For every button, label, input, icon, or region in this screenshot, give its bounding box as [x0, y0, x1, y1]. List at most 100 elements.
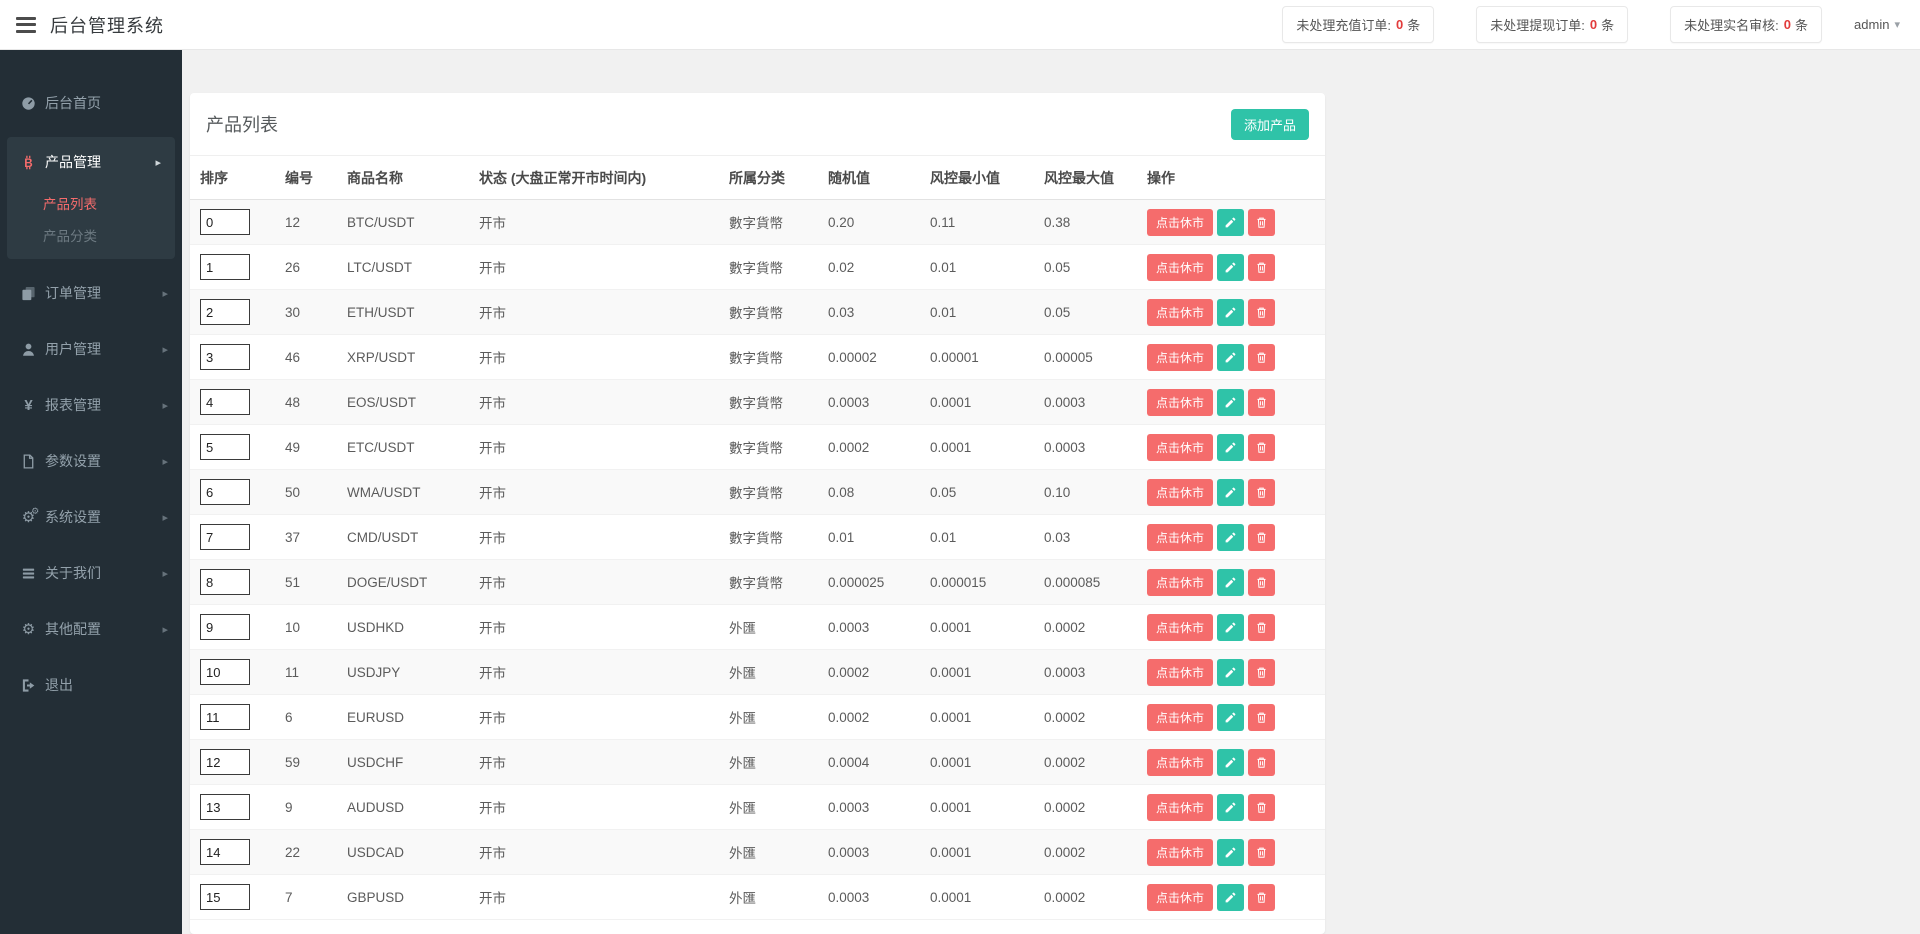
close-market-button[interactable]: 点击休市	[1147, 839, 1213, 866]
sort-input[interactable]	[200, 299, 250, 325]
trash-icon	[1255, 441, 1268, 454]
sidebar-item-label: 用户管理	[45, 339, 101, 359]
delete-button[interactable]	[1248, 434, 1275, 461]
sort-input[interactable]	[200, 704, 250, 730]
category-cell: 外匯	[729, 887, 828, 907]
delete-button[interactable]	[1248, 209, 1275, 236]
sidebar-subitem-product-list[interactable]: 产品列表	[7, 187, 175, 219]
pending-badge-0[interactable]: 未处理充值订单:0条	[1282, 6, 1434, 43]
delete-button[interactable]	[1248, 569, 1275, 596]
risk-min-cell: 0.01	[930, 260, 1044, 275]
delete-button[interactable]	[1248, 254, 1275, 281]
actions-cell: 点击休市	[1147, 614, 1325, 641]
delete-button[interactable]	[1248, 389, 1275, 416]
delete-button[interactable]	[1248, 839, 1275, 866]
delete-button[interactable]	[1248, 524, 1275, 551]
sidebar-item-about[interactable]: 关于我们▸	[0, 551, 182, 595]
edit-button[interactable]	[1217, 704, 1244, 731]
close-market-button[interactable]: 点击休市	[1147, 344, 1213, 371]
delete-button[interactable]	[1248, 299, 1275, 326]
pending-badge-2[interactable]: 未处理实名审核:0条	[1670, 6, 1822, 43]
id-cell: 26	[285, 260, 347, 275]
close-market-button[interactable]: 点击休市	[1147, 794, 1213, 821]
delete-button[interactable]	[1248, 704, 1275, 731]
close-market-button[interactable]: 点击休市	[1147, 209, 1213, 236]
sort-input[interactable]	[200, 389, 250, 415]
sort-input[interactable]	[200, 794, 250, 820]
sidebar-item-other[interactable]: ⚙其他配置▸	[0, 607, 182, 651]
edit-button[interactable]	[1217, 614, 1244, 641]
risk-max-cell: 0.000085	[1044, 575, 1147, 590]
edit-button[interactable]	[1217, 569, 1244, 596]
actions-cell: 点击休市	[1147, 479, 1325, 506]
menu-toggle-icon[interactable]	[16, 17, 36, 33]
edit-button[interactable]	[1217, 389, 1244, 416]
sidebar-item-users[interactable]: 用户管理 ▸	[0, 327, 182, 371]
sort-input[interactable]	[200, 749, 250, 775]
edit-button[interactable]	[1217, 344, 1244, 371]
edit-button[interactable]	[1217, 749, 1244, 776]
risk-max-cell: 0.0002	[1044, 710, 1147, 725]
sort-input[interactable]	[200, 209, 250, 235]
close-market-button[interactable]: 点击休市	[1147, 524, 1213, 551]
sort-input[interactable]	[200, 614, 250, 640]
sort-input[interactable]	[200, 659, 250, 685]
random-cell: 0.0002	[828, 710, 930, 725]
sort-input[interactable]	[200, 839, 250, 865]
sidebar-item-orders[interactable]: 订单管理▸	[0, 271, 182, 315]
sort-input[interactable]	[200, 254, 250, 280]
edit-button[interactable]	[1217, 209, 1244, 236]
sort-input[interactable]	[200, 569, 250, 595]
edit-button[interactable]	[1217, 299, 1244, 326]
edit-button[interactable]	[1217, 794, 1244, 821]
close-market-button[interactable]: 点击休市	[1147, 254, 1213, 281]
sort-input[interactable]	[200, 344, 250, 370]
status-cell: 开市	[479, 887, 729, 907]
sort-input[interactable]	[200, 524, 250, 550]
sidebar-item-params[interactable]: 参数设置▸	[0, 439, 182, 483]
sidebar-item-system[interactable]: ⚙⚙系统设置▸	[0, 495, 182, 539]
close-market-button[interactable]: 点击休市	[1147, 884, 1213, 911]
sort-input[interactable]	[200, 434, 250, 460]
pending-badge-1[interactable]: 未处理提现订单:0条	[1476, 6, 1628, 43]
sidebar-item-label: 订单管理	[45, 283, 101, 303]
edit-icon	[1224, 891, 1237, 904]
delete-button[interactable]	[1248, 659, 1275, 686]
close-market-button[interactable]: 点击休市	[1147, 479, 1213, 506]
delete-button[interactable]	[1248, 344, 1275, 371]
close-market-button[interactable]: 点击休市	[1147, 614, 1213, 641]
edit-button[interactable]	[1217, 884, 1244, 911]
close-market-button[interactable]: 点击休市	[1147, 569, 1213, 596]
close-market-button[interactable]: 点击休市	[1147, 704, 1213, 731]
random-cell: 0.03	[828, 305, 930, 320]
close-market-button[interactable]: 点击休市	[1147, 299, 1213, 326]
edit-button[interactable]	[1217, 479, 1244, 506]
sidebar-subitem-product-category[interactable]: 产品分类	[7, 219, 175, 251]
edit-button[interactable]	[1217, 659, 1244, 686]
add-product-button[interactable]: 添加产品	[1231, 109, 1309, 140]
user-menu[interactable]: admin ▾	[1850, 11, 1904, 38]
edit-button[interactable]	[1217, 434, 1244, 461]
delete-button[interactable]	[1248, 794, 1275, 821]
close-market-button[interactable]: 点击休市	[1147, 749, 1213, 776]
column-header-sort: 排序	[190, 168, 285, 188]
sidebar-item-products[interactable]: B产品管理▸	[7, 137, 175, 187]
sidebar-item-reports[interactable]: ¥报表管理▸	[0, 383, 182, 427]
close-market-button[interactable]: 点击休市	[1147, 389, 1213, 416]
sidebar-item-home[interactable]: 后台首页	[0, 81, 182, 125]
close-market-button[interactable]: 点击休市	[1147, 434, 1213, 461]
edit-button[interactable]	[1217, 254, 1244, 281]
sidebar-item-logout[interactable]: 退出	[0, 663, 182, 707]
badge-label: 未处理提现订单:	[1490, 15, 1585, 34]
edit-button[interactable]	[1217, 839, 1244, 866]
delete-button[interactable]	[1248, 749, 1275, 776]
edit-button[interactable]	[1217, 524, 1244, 551]
chevron-right-icon: ▸	[162, 343, 168, 356]
delete-button[interactable]	[1248, 614, 1275, 641]
delete-button[interactable]	[1248, 479, 1275, 506]
close-market-button[interactable]: 点击休市	[1147, 659, 1213, 686]
app-title: 后台管理系统	[50, 12, 164, 38]
delete-button[interactable]	[1248, 884, 1275, 911]
sort-input[interactable]	[200, 479, 250, 505]
sort-input[interactable]	[200, 884, 250, 910]
